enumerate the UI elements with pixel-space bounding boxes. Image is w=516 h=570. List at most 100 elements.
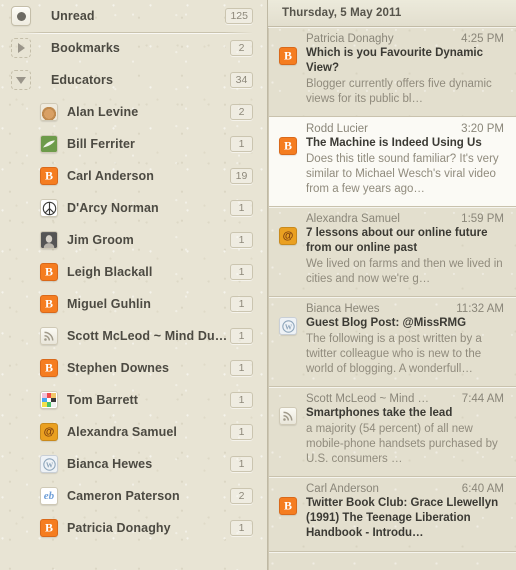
sidebar-item-icon-slot [0,70,42,90]
favicon-wordpress-icon: W [279,317,297,335]
unread-count-badge: 2 [230,488,253,504]
article-time: 11:32 AM [456,303,504,315]
disclosure-right-icon[interactable] [11,38,31,58]
sidebar-item-unread[interactable]: Unread 125 [0,0,267,32]
favicon-blogger-icon: B [279,137,297,155]
favicon-wordpress-icon: W [40,455,58,473]
sidebar-item-d-arcy-norman[interactable]: D'Arcy Norman 1 [0,192,267,224]
sidebar-item-label: Jim Groom [67,233,134,247]
article-list-item[interactable]: @ Alexandra Samuel 1:59 PM 7 lessons about … [268,207,516,297]
article-list-pane: Thursday, 5 May 2011 B Patricia Donaghy 4:… [268,0,516,570]
article-author: Bianca Hewes [306,303,380,315]
article-meta-row: Bianca Hewes 11:32 AM [306,303,504,315]
favicon-blogger-icon: B [279,497,297,515]
sidebar-item-label: Cameron Paterson [67,489,180,503]
unread-count-badge: 2 [230,40,253,56]
sidebar-item-label: Bookmarks [51,41,120,55]
sidebar-item-icon-slot: B [0,295,58,313]
unread-count-badge: 1 [230,424,253,440]
sidebar-item-alexandra-samuel[interactable]: @ Alexandra Samuel 1 [0,416,267,448]
unread-count-badge: 1 [230,456,253,472]
article-author: Scott McLeod ~ Mind … [306,393,430,405]
sidebar-item-jim-groom[interactable]: Jim Groom 1 [0,224,267,256]
svg-text:W: W [45,460,53,469]
sidebar-item-icon-slot: eb [0,487,58,505]
list-date-header: Thursday, 5 May 2011 [268,0,516,28]
sidebar-item-label: Alexandra Samuel [67,425,177,439]
favicon-bill-ferriter-icon [40,135,58,153]
favicon-blogger-icon: B [279,47,297,65]
disclosure-down-icon[interactable] [11,70,31,90]
article-list-item[interactable]: B Carl Anderson 6:40 AM Twitter Book Club: … [268,477,516,552]
favicon-alan-levine-icon [40,103,58,121]
sidebar-item-bill-ferriter[interactable]: Bill Ferriter 1 [0,128,267,160]
sidebar-item-icon-slot: W [0,455,58,473]
unread-count-badge: 1 [230,520,253,536]
favicon-rss-icon [279,407,297,425]
favicon-peace-sign-icon [40,199,58,217]
article-list-item[interactable]: W Bianca Hewes 11:32 AM Guest Blog Post: @M… [268,297,516,387]
sidebar-item-icon-slot [0,327,58,345]
sidebar-item-label: D'Arcy Norman [67,201,159,215]
sidebar-item-label: Tom Barrett [67,393,139,407]
sidebar-item-label: Bianca Hewes [67,457,153,471]
article-list-item[interactable]: Scott McLeod ~ Mind … 7:44 AM Smartphones … [268,387,516,477]
sidebar-item-label: Patricia Donaghy [67,521,171,535]
article-snippet: Blogger currently offers five dynamic vi… [306,78,492,105]
article-snippet: a majority (54 percent) of all new mobil… [306,423,498,465]
article-snippet: Does this title sound familiar? It's ver… [306,153,499,195]
sidebar-item-carl-anderson[interactable]: B Carl Anderson 19 [0,160,267,192]
article-title: 7 lessons about our online future from o… [306,227,488,254]
sidebar-item-bianca-hewes[interactable]: W Bianca Hewes 1 [0,448,267,480]
sidebar-list[interactable]: Unread 125 Bookmarks 2 Educators 34 Alan Levin… [0,0,267,570]
sidebar-item-educators[interactable]: Educators 34 [0,64,267,96]
sidebar-item-cameron-paterson[interactable]: eb Cameron Paterson 2 [0,480,267,512]
sidebar-item-scott-mcleod-mind-dump[interactable]: Scott McLeod ~ Mind Dump 1 [0,320,267,352]
article-title: Guest Blog Post: @MissRMG [306,317,467,329]
sidebar-item-patricia-donaghy[interactable]: B Patricia Donaghy 1 [0,512,267,544]
article-snippet: The following is a post written by a twi… [306,333,482,375]
unread-dot-icon[interactable] [11,6,31,26]
sidebar-item-stephen-downes[interactable]: B Stephen Downes 1 [0,352,267,384]
article-author: Alexandra Samuel [306,213,400,225]
favicon-jim-groom-icon [40,231,58,249]
sidebar-item-label: Carl Anderson [67,169,154,183]
sidebar-item-alan-levine[interactable]: Alan Levine 2 [0,96,267,128]
sidebar-item-icon-slot [0,103,58,121]
sidebar-item-icon-slot: B [0,519,58,537]
favicon-blogger-icon: B [40,295,58,313]
article-meta-row: Scott McLeod ~ Mind … 7:44 AM [306,393,504,405]
sidebar-item-bookmarks[interactable]: Bookmarks 2 [0,32,267,64]
favicon-rss-icon [40,327,58,345]
favicon-blogger-icon: B [40,519,58,537]
sidebar-item-miguel-guhlin[interactable]: B Miguel Guhlin 1 [0,288,267,320]
sidebar-item-label: Scott McLeod ~ Mind Dump [67,329,230,343]
feed-reader-window: Unread 125 Bookmarks 2 Educators 34 Alan Levin… [0,0,516,570]
sidebar-item-icon-slot: B [0,359,58,377]
article-author: Patricia Donaghy [306,33,394,45]
unread-count-badge: 2 [230,104,253,120]
article-meta-row: Alexandra Samuel 1:59 PM [306,213,504,225]
sidebar-item-label: Stephen Downes [67,361,170,375]
article-author: Carl Anderson [306,483,379,495]
article-list-item[interactable]: B Patricia Donaghy 4:25 PM Which is you Fav… [268,27,516,117]
sidebar-item-icon-slot: @ [0,423,58,441]
favicon-at-sign-icon: @ [279,227,297,245]
sidebar-item-icon-slot [0,199,58,217]
sidebar-item-label: Miguel Guhlin [67,297,151,311]
favicon-blogger-icon: B [40,359,58,377]
svg-text:W: W [284,322,292,331]
article-list-item[interactable]: B Rodd Lucier 3:20 PM The Machine is Indeed… [268,117,516,207]
sidebar-item-icon-slot [0,391,58,409]
article-time: 7:44 AM [461,393,504,405]
unread-count-badge: 1 [230,296,253,312]
list-left-edge-divider [268,27,269,570]
unread-count-badge: 1 [230,328,253,344]
sidebar-item-label: Bill Ferriter [67,137,135,151]
sidebar-item-leigh-blackall[interactable]: B Leigh Blackall 1 [0,256,267,288]
sidebar-item-tom-barrett[interactable]: Tom Barrett 1 [0,384,267,416]
article-time: 4:25 PM [461,33,504,45]
article-items-container[interactable]: B Patricia Donaghy 4:25 PM Which is you Fav… [268,27,516,552]
article-time: 6:40 AM [461,483,504,495]
article-meta-row: Rodd Lucier 3:20 PM [306,123,504,135]
